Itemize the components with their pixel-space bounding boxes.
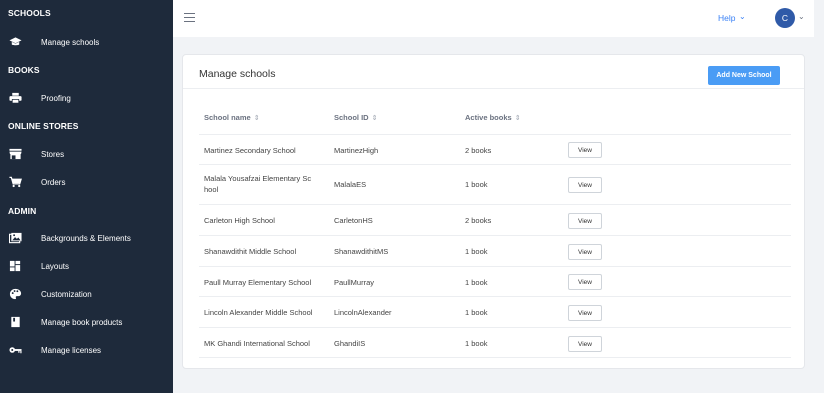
sidebar-item-manage-schools[interactable]: Manage schools [0,31,173,53]
sidebar-item-proofing[interactable]: Proofing [0,87,173,109]
school-id-cell: MalalaES [334,180,367,189]
column-header-active-books[interactable]: Active books ⇕ [465,113,521,122]
sidebar-item-backgrounds[interactable]: Backgrounds & Elements [0,227,173,249]
column-header-label: School ID [334,113,369,122]
table-row: Lincoln Alexander Middle School LincolnA… [199,296,791,327]
section-admin: ADMIN [8,206,37,216]
key-icon [9,347,22,354]
school-name-line: Malala Yousafzai Elementary Sc [204,174,312,183]
table-row: Carleton High School CarletonHS 2 books … [199,204,791,235]
active-books-cell: 2 books [465,216,492,225]
chevron-down-icon: ⌄ [739,12,746,21]
view-button[interactable]: View [568,244,602,260]
chevron-down-icon: ⌄ [798,12,805,21]
active-books-cell: 1 book [465,339,488,348]
sort-icon: ⇕ [514,115,521,122]
sidebar-item-label: Manage book products [41,317,123,327]
table-row: Martinez Secondary School MartinezHigh 2… [199,134,791,164]
section-schools: SCHOOLS [8,8,51,18]
sidebar-item-orders[interactable]: Orders [0,171,173,193]
school-name-cell: Carleton High School [204,216,275,225]
school-name-cell: Paull Murray Elementary School [204,278,312,287]
table-row: Paull Murray Elementary School PaullMurr… [199,266,791,296]
school-name-cell: Lincoln Alexander Middle School [204,308,313,317]
table-row: MK Ghandi International School GhandiIS … [199,327,791,358]
column-header-school-id[interactable]: School ID ⇕ [334,113,377,122]
images-icon [9,232,22,244]
sort-icon: ⇕ [371,115,378,122]
section-books: BOOKS [8,65,40,75]
cart-icon [9,176,22,188]
school-id-cell: CarletonHS [334,216,373,225]
graduation-cap-icon [9,37,22,46]
view-button[interactable]: View [568,305,602,321]
sort-icon: ⇕ [253,115,260,122]
printer-icon [9,92,22,104]
school-id-cell: ShanawdithitMS [334,247,389,256]
menu-toggle-icon[interactable] [184,13,195,22]
school-id-cell: LincolnAlexander [334,308,392,317]
sidebar-item-stores[interactable]: Stores [0,143,173,165]
sidebar-item-label: Manage licenses [41,345,102,355]
scrollbar-track [814,0,824,393]
sidebar-item-layouts[interactable]: Layouts [0,255,173,277]
book-icon [11,316,20,328]
layout-icon [9,260,21,272]
school-name-cell: Martinez Secondary School [204,146,296,155]
view-button[interactable]: View [568,213,602,229]
school-id-cell: GhandiIS [334,339,366,348]
avatar[interactable]: C [775,8,795,28]
sidebar-item-label: Backgrounds & Elements [41,233,131,243]
sidebar-item-manage-book-products[interactable]: Manage book products [0,311,173,333]
section-online-stores: ONLINE STORES [8,121,79,131]
table-row: Malala Yousafzai Elementary Sc hool Malal… [199,164,791,204]
sidebar-item-label: Proofing [41,93,71,103]
school-name-cell: MK Ghandi International School [204,339,310,348]
school-name-cell: Shanawdithit Middle School [204,247,297,256]
sidebar-item-customization[interactable]: Customization [0,283,173,305]
column-header-label: Active books [465,113,512,122]
school-id-cell: PaullMurray [334,278,375,287]
column-header-label: School name [204,113,251,122]
sidebar-item-label: Customization [41,289,92,299]
table-row: Shanawdithit Middle School ShanawdithitM… [199,235,791,266]
active-books-cell: 1 book [465,278,488,287]
top-bar: Help ⌄ C ⌄ [173,0,814,37]
school-id-cell: MartinezHigh [334,146,379,155]
view-button[interactable]: View [568,177,602,193]
active-books-cell: 2 books [465,146,492,155]
school-name-cell: Malala Yousafzai Elementary Sc hool [204,173,311,195]
sidebar-item-label: Manage schools [41,37,100,47]
sidebar-item-manage-licenses[interactable]: Manage licenses [0,339,173,361]
page-title: Manage schools [199,68,276,80]
sidebar-item-label: Layouts [41,261,70,271]
active-books-cell: 1 book [465,180,488,189]
sidebar-item-label: Stores [41,149,65,159]
view-button[interactable]: View [568,142,602,158]
store-icon [9,148,22,160]
view-button[interactable]: View [568,274,602,290]
column-header-school-name[interactable]: School name ⇕ [204,113,260,122]
active-books-cell: 1 book [465,308,488,317]
school-name-line: hool [204,185,219,194]
help-menu[interactable]: Help [718,13,735,23]
active-books-cell: 1 book [465,247,488,256]
view-button[interactable]: View [568,336,602,352]
add-new-school-button[interactable]: Add New School [708,66,780,85]
divider [183,88,804,89]
schools-card: Manage schools Add New School School nam… [182,54,805,369]
sidebar-item-label: Orders [41,177,66,187]
palette-icon [9,288,22,300]
sidebar: SCHOOLS Manage schools BOOKS Proofing ON… [0,0,173,393]
